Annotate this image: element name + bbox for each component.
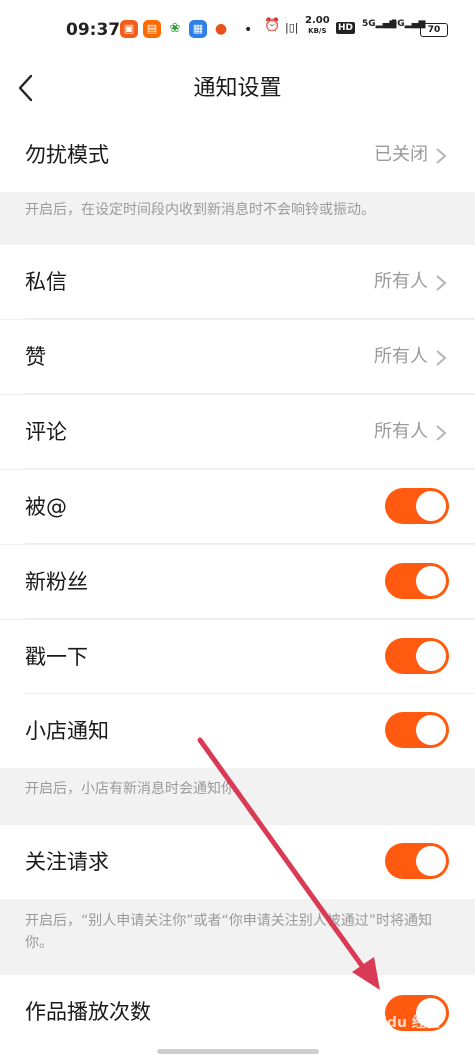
private-message-label: 私信 (25, 270, 67, 294)
toggle-knob (416, 491, 446, 521)
dnd-row[interactable]: 勿扰模式 已关闭 (0, 118, 475, 192)
alarm-icon: ⏰ (264, 18, 281, 33)
net-speed-value: 2.00 (305, 15, 330, 26)
likes-row[interactable]: 赞 所有人 (0, 320, 475, 394)
chevron-right-icon (436, 350, 447, 366)
page-title: 通知设置 (193, 76, 282, 101)
comments-row[interactable]: 评论 所有人 (0, 395, 475, 469)
likes-value: 所有人 (374, 346, 428, 367)
home-indicator[interactable] (157, 1049, 319, 1054)
hd-badge: HD (336, 22, 356, 34)
app-notification-icon: ● (212, 20, 230, 38)
dnd-value: 已关闭 (374, 144, 428, 165)
follow-request-hint: 开启后，“别人申请关注你”或者“你申请关注别人被通过”时将通知你。 (25, 913, 433, 951)
dnd-label: 勿扰模式 (25, 143, 109, 167)
new-followers-toggle[interactable] (385, 563, 449, 599)
toggle-knob (416, 641, 446, 671)
comments-label: 评论 (25, 420, 67, 444)
dnd-hint: 开启后，在设定时间段内收到新消息时不会响铃或振动。 (25, 202, 375, 218)
app-notification-icon: ▦ (189, 20, 207, 38)
follow-request-label: 关注请求 (25, 850, 109, 874)
shop-notification-label: 小店通知 (25, 719, 109, 743)
toggle-knob (416, 846, 446, 876)
comments-value: 所有人 (374, 421, 428, 442)
toggle-knob (416, 566, 446, 596)
poke-row: 戳一下 (0, 620, 475, 694)
new-followers-row: 新粉丝 (0, 545, 475, 619)
poke-label: 戳一下 (25, 645, 88, 669)
likes-label: 赞 (25, 345, 46, 369)
signal-label: 5G (391, 19, 405, 29)
more-notifications-icon: • (244, 22, 253, 38)
app-notification-icon: ❀ (166, 20, 184, 38)
chevron-right-icon (436, 148, 447, 164)
taobao-icon: ▤ (143, 20, 161, 38)
network-speed: 2.00 KB/S (305, 16, 330, 36)
chevron-right-icon (436, 275, 447, 291)
mention-row: 被@ (0, 470, 475, 544)
app-notification-icon: ▣ (120, 20, 138, 38)
navigation-bar: 通知设置 (0, 58, 475, 118)
play-count-label: 作品播放次数 (25, 1000, 151, 1024)
new-followers-label: 新粉丝 (25, 570, 88, 594)
toggle-knob (416, 715, 446, 745)
mention-toggle[interactable] (385, 488, 449, 524)
shop-hint: 开启后，小店有新消息时会通知你 (25, 781, 235, 797)
net-speed-unit: KB/S (308, 27, 327, 35)
status-bar: 09:37 ▣ ▤ ❀ ▦ ● • ⏰ |▯| 2.00 KB/S HD 5G▂… (0, 0, 475, 58)
follow-request-row: 关注请求 (0, 825, 475, 899)
battery-icon: 70 (420, 23, 448, 37)
signal-label: 5G (362, 19, 376, 29)
shop-notification-toggle[interactable] (385, 712, 449, 748)
watermark: Baidu 经验 (362, 1015, 440, 1031)
status-time: 09:37 (66, 20, 121, 40)
shop-notification-row: 小店通知 (0, 694, 475, 768)
chevron-right-icon (436, 425, 447, 441)
poke-toggle[interactable] (385, 638, 449, 674)
vibrate-icon: |▯| (285, 21, 299, 34)
mention-label: 被@ (25, 495, 67, 519)
follow-request-toggle[interactable] (385, 843, 449, 879)
private-message-row[interactable]: 私信 所有人 (0, 245, 475, 319)
private-message-value: 所有人 (374, 271, 428, 292)
